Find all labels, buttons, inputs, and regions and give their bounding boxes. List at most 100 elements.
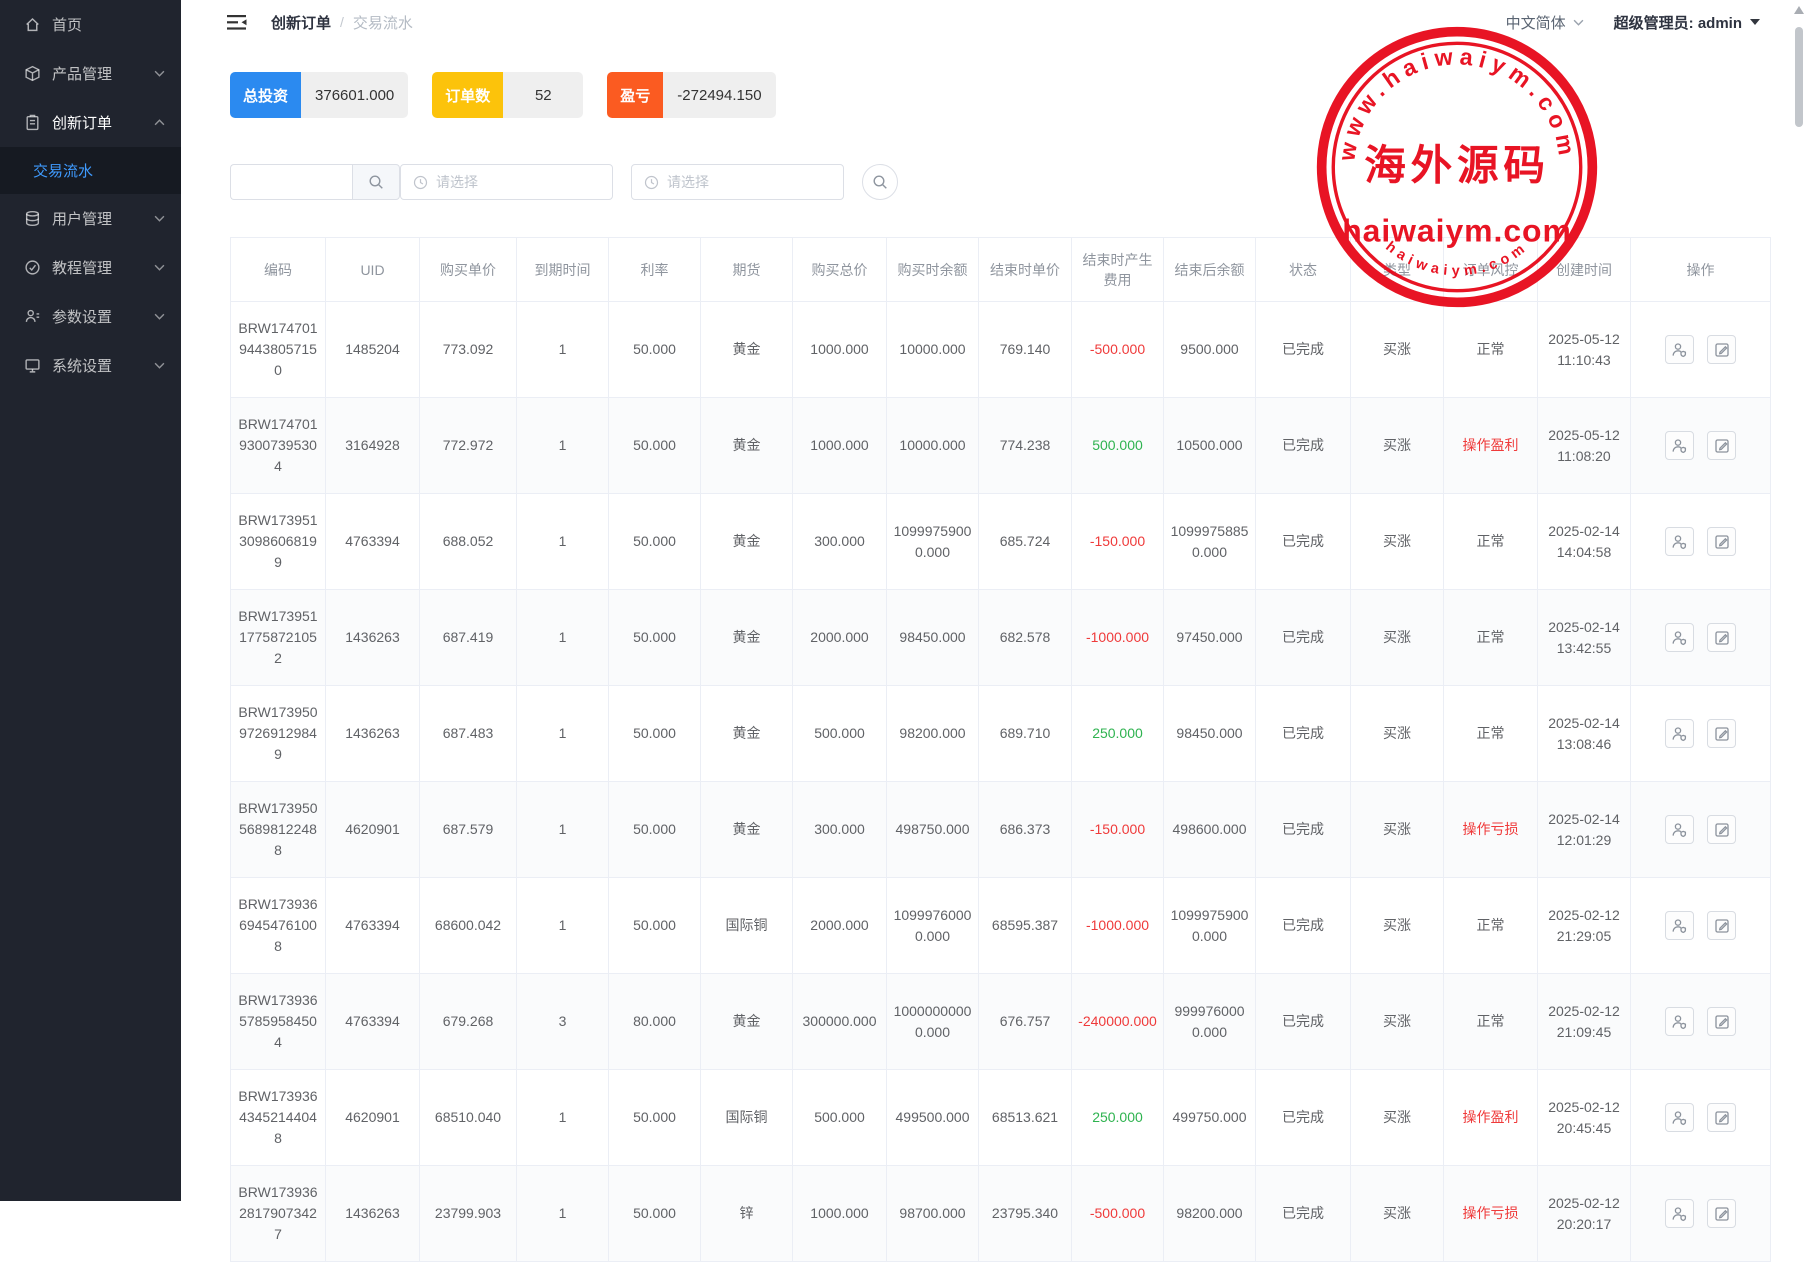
user-detail-button[interactable] <box>1665 719 1694 748</box>
user-shield-icon <box>1671 1014 1687 1030</box>
cell-expire: 1 <box>517 686 609 782</box>
sidebar-item-products[interactable]: 产品管理 <box>0 49 181 98</box>
cell-balance-after: 98200.000 <box>1164 1166 1256 1262</box>
date-to-picker[interactable]: 请选择 <box>631 164 844 200</box>
cell-end-price: 685.724 <box>979 494 1072 590</box>
cell-end-price: 689.710 <box>979 686 1072 782</box>
edit-icon <box>1714 822 1730 838</box>
sidebar-item-system[interactable]: 系统设置 <box>0 341 181 390</box>
user-detail-button[interactable] <box>1665 431 1694 460</box>
cell-futures: 黄金 <box>701 398 793 494</box>
language-selector[interactable]: 中文简体 <box>1506 12 1584 33</box>
user-detail-button[interactable] <box>1665 911 1694 940</box>
col-header-uid: UID <box>326 238 420 302</box>
edit-button[interactable] <box>1707 431 1736 460</box>
edit-button[interactable] <box>1707 1103 1736 1132</box>
cell-actions <box>1631 686 1771 782</box>
user-detail-button[interactable] <box>1665 527 1694 556</box>
cell-actions <box>1631 974 1771 1070</box>
edit-button[interactable] <box>1707 335 1736 364</box>
keyword-search-button[interactable] <box>352 164 400 200</box>
cell-rate: 50.000 <box>609 1166 701 1262</box>
cell-uid: 4763394 <box>326 494 420 590</box>
sidebar-item-home[interactable]: 首页 <box>0 0 181 49</box>
stat-order-count: 订单数 52 <box>432 72 583 118</box>
cell-risk: 操作亏损 <box>1444 782 1538 878</box>
cell-end-price: 23795.340 <box>979 1166 1072 1262</box>
date-from-picker[interactable]: 请选择 <box>400 164 613 200</box>
scrollbar-thumb[interactable] <box>1795 27 1803 127</box>
stat-value: 52 <box>503 72 583 118</box>
user-detail-button[interactable] <box>1665 623 1694 652</box>
cell-risk: 正常 <box>1444 878 1538 974</box>
cell-balance-before: 10000.000 <box>887 302 979 398</box>
scroll-up-arrow-icon[interactable] <box>1794 6 1804 14</box>
user-detail-button[interactable] <box>1665 815 1694 844</box>
edit-button[interactable] <box>1707 911 1736 940</box>
edit-button[interactable] <box>1707 1007 1736 1036</box>
edit-button[interactable] <box>1707 815 1736 844</box>
cell-actions <box>1631 1070 1771 1166</box>
scrollbar[interactable] <box>1793 0 1805 1201</box>
user-detail-button[interactable] <box>1665 1199 1694 1228</box>
cell-buy-total: 300.000 <box>793 494 887 590</box>
cell-balance-before: 98450.000 <box>887 590 979 686</box>
user-detail-button[interactable] <box>1665 335 1694 364</box>
sidebar-item-label: 系统设置 <box>52 355 112 376</box>
cell-end-price: 68513.621 <box>979 1070 1072 1166</box>
cell-expire: 1 <box>517 878 609 974</box>
caret-down-icon <box>1750 19 1760 25</box>
sidebar-item-innovation-orders[interactable]: 创新订单 <box>0 98 181 147</box>
admin-menu[interactable]: 超级管理员: admin <box>1614 12 1760 33</box>
cube-icon <box>24 65 41 82</box>
clock-icon <box>413 175 428 190</box>
edit-button[interactable] <box>1707 527 1736 556</box>
cell-buy-total: 500.000 <box>793 686 887 782</box>
edit-button[interactable] <box>1707 1199 1736 1228</box>
search-submit-button[interactable] <box>862 164 898 200</box>
table-row: BRW17470194438057150 1485204 773.092 1 5… <box>231 302 1771 398</box>
cell-created: 2025-02-12 20:20:17 <box>1538 1166 1631 1262</box>
cell-buy-price: 688.052 <box>420 494 517 590</box>
cell-balance-before: 10000.000 <box>887 398 979 494</box>
col-header-expire: 到期时间 <box>517 238 609 302</box>
stat-total-investment: 总投资 376601.000 <box>230 72 408 118</box>
sidebar-item-label: 教程管理 <box>52 257 112 278</box>
cell-rate: 50.000 <box>609 686 701 782</box>
edit-button[interactable] <box>1707 719 1736 748</box>
cell-buy-price: 772.972 <box>420 398 517 494</box>
cell-end-fee: -240000.000 <box>1072 974 1164 1070</box>
cell-code: BRW17393657859584504 <box>231 974 326 1070</box>
user-detail-button[interactable] <box>1665 1103 1694 1132</box>
user-detail-button[interactable] <box>1665 1007 1694 1036</box>
sidebar-item-parameters[interactable]: 参数设置 <box>0 292 181 341</box>
keyword-input[interactable] <box>230 164 352 200</box>
sidebar-fold-icon[interactable] <box>227 14 247 31</box>
col-header-code: 编码 <box>231 238 326 302</box>
sidebar-item-tutorials[interactable]: 教程管理 <box>0 243 181 292</box>
edit-icon <box>1714 918 1730 934</box>
cell-buy-total: 2000.000 <box>793 878 887 974</box>
edit-icon <box>1714 1110 1730 1126</box>
cell-code: BRW17395056898122488 <box>231 782 326 878</box>
cell-buy-total: 500.000 <box>793 1070 887 1166</box>
sidebar-submenu: 交易流水 <box>0 147 181 194</box>
cell-end-fee: 250.000 <box>1072 686 1164 782</box>
sidebar-item-label: 创新订单 <box>52 112 112 133</box>
cell-created: 2025-05-12 11:10:43 <box>1538 302 1631 398</box>
sidebar-item-transaction-flow[interactable]: 交易流水 <box>0 147 181 194</box>
chevron-down-icon <box>154 215 165 222</box>
breadcrumb-parent[interactable]: 创新订单 <box>271 12 331 33</box>
circle-check-icon <box>24 259 41 276</box>
cell-risk: 操作亏损 <box>1444 1166 1538 1262</box>
cell-expire: 1 <box>517 782 609 878</box>
cell-created: 2025-02-14 13:42:55 <box>1538 590 1631 686</box>
cell-buy-price: 773.092 <box>420 302 517 398</box>
date-placeholder: 请选择 <box>667 172 709 192</box>
edit-button[interactable] <box>1707 623 1736 652</box>
cell-code: BRW17395130986068199 <box>231 494 326 590</box>
cell-uid: 1436263 <box>326 1166 420 1262</box>
chevron-down-icon <box>1573 19 1584 26</box>
cell-risk: 正常 <box>1444 974 1538 1070</box>
sidebar-item-users[interactable]: 用户管理 <box>0 194 181 243</box>
